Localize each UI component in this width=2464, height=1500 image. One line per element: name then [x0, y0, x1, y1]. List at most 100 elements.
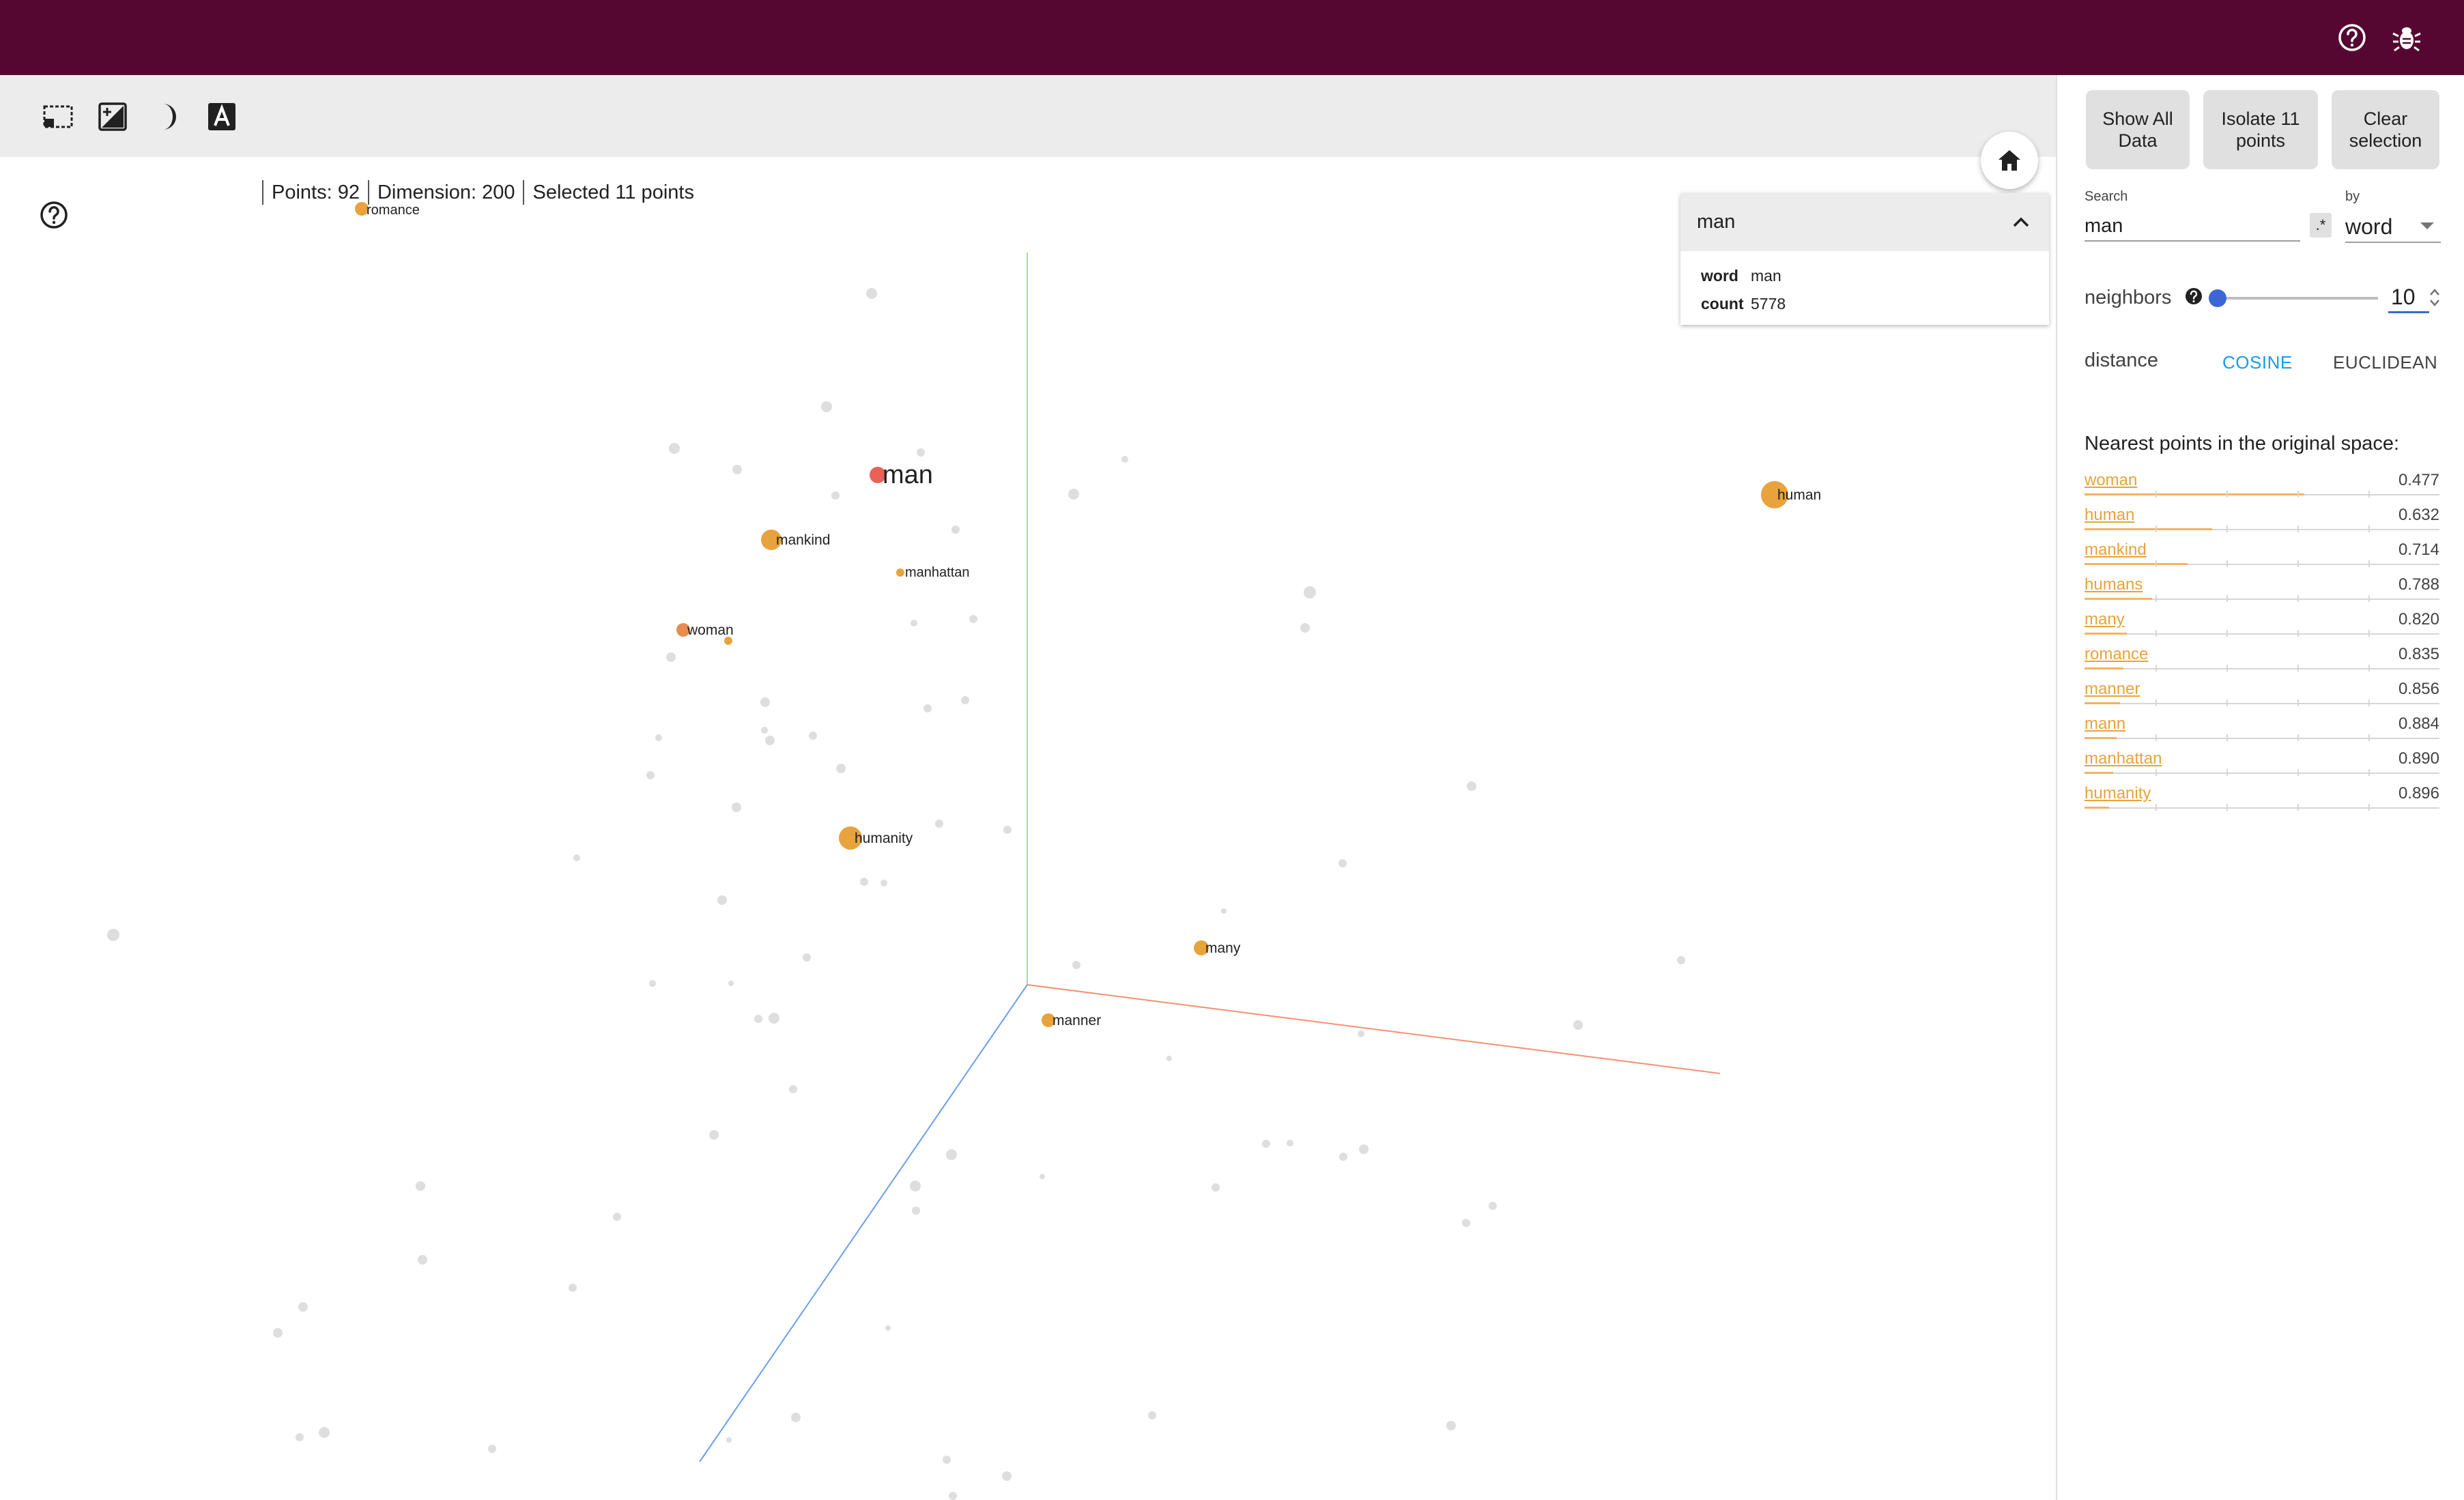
show-all-data-button[interactable]: Show All Data [2086, 90, 2190, 169]
point[interactable] [418, 1255, 427, 1265]
point[interactable] [1072, 961, 1080, 969]
point[interactable] [416, 1181, 425, 1191]
point[interactable] [319, 1427, 330, 1438]
point[interactable] [649, 980, 656, 987]
point[interactable] [726, 1437, 732, 1443]
point[interactable] [809, 732, 817, 740]
neighbors-slider-thumb[interactable] [2208, 289, 2226, 307]
point[interactable] [573, 854, 580, 861]
point[interactable] [765, 736, 775, 745]
nearest-point-row[interactable]: mankind 0.714 [2085, 538, 2439, 573]
regex-toggle-button[interactable]: .* [2310, 213, 2332, 237]
point[interactable] [296, 1433, 304, 1441]
point[interactable] [1677, 956, 1685, 964]
point[interactable] [717, 895, 727, 905]
spinner-arrows-icon[interactable] [2427, 285, 2442, 310]
nearest-point-word[interactable]: mann [2085, 715, 2125, 734]
nearest-point-row[interactable]: romance 0.835 [2085, 642, 2439, 677]
point[interactable] [1212, 1183, 1220, 1192]
point[interactable] [866, 288, 877, 299]
point[interactable] [1573, 1020, 1583, 1030]
search-by-select[interactable]: word [2345, 212, 2441, 243]
chevron-up-icon[interactable] [2009, 211, 2033, 234]
nearest-point-word[interactable]: many [2085, 610, 2125, 629]
neighbors-input[interactable] [2388, 283, 2429, 313]
point[interactable] [1148, 1411, 1156, 1419]
nearest-point-word[interactable]: manner [2085, 680, 2140, 699]
point[interactable] [880, 880, 887, 886]
point[interactable] [1003, 826, 1012, 834]
point[interactable] [789, 1085, 797, 1093]
point[interactable] [613, 1213, 621, 1221]
point[interactable] [569, 1284, 577, 1292]
point[interactable] [1489, 1202, 1497, 1210]
night-mode-icon[interactable] [148, 100, 186, 134]
point[interactable] [1467, 781, 1476, 791]
nearest-point-word[interactable]: manhattan [2085, 749, 2162, 768]
point[interactable] [732, 465, 742, 474]
point-manhattan[interactable] [896, 568, 904, 577]
point[interactable] [1002, 1471, 1012, 1481]
point[interactable] [1221, 908, 1227, 914]
nearest-point-word[interactable]: humans [2085, 575, 2143, 594]
nearest-point-row[interactable]: manner 0.856 [2085, 677, 2439, 712]
point[interactable] [1339, 1153, 1347, 1161]
nearest-point-row[interactable]: human 0.632 [2085, 503, 2439, 538]
point[interactable] [910, 1181, 921, 1192]
point[interactable] [860, 878, 868, 886]
cosine-option[interactable]: COSINE [2222, 352, 2293, 373]
point[interactable] [943, 1456, 951, 1464]
nearest-point-word[interactable]: humanity [2085, 784, 2151, 803]
point[interactable] [803, 953, 811, 962]
nearest-point-word[interactable]: human [2085, 506, 2134, 525]
nearest-point-row[interactable]: mann 0.884 [2085, 712, 2439, 747]
nearest-point-word[interactable]: romance [2085, 645, 2148, 664]
point[interactable] [107, 929, 119, 941]
point[interactable] [1446, 1421, 1456, 1430]
point[interactable] [760, 697, 770, 707]
point[interactable] [646, 771, 655, 779]
point[interactable] [1462, 1219, 1470, 1227]
point[interactable] [488, 1445, 496, 1453]
point[interactable] [831, 491, 840, 500]
point[interactable] [911, 620, 917, 626]
point[interactable] [298, 1302, 308, 1312]
search-input[interactable] [2085, 212, 2300, 242]
point[interactable] [885, 1325, 891, 1331]
metadata-card-header[interactable]: man [1680, 193, 2049, 251]
point[interactable] [917, 448, 925, 457]
neighbors-slider[interactable] [2208, 289, 2378, 307]
point[interactable] [969, 615, 977, 623]
point[interactable] [732, 803, 741, 812]
nearest-point-row[interactable]: woman 0.477 [2085, 468, 2439, 503]
nearest-point-row[interactable]: manhattan 0.890 [2085, 747, 2439, 781]
point[interactable] [1300, 623, 1310, 633]
point[interactable] [1359, 1144, 1369, 1154]
point[interactable] [791, 1413, 801, 1422]
reset-view-button[interactable] [1981, 132, 2038, 189]
point[interactable] [836, 764, 846, 773]
point[interactable] [273, 1328, 283, 1338]
label-toggle-icon[interactable] [203, 100, 241, 134]
point[interactable] [1287, 1140, 1293, 1146]
point[interactable] [935, 820, 943, 828]
point[interactable] [1304, 586, 1316, 598]
nearest-point-row[interactable]: many 0.820 [2085, 607, 2439, 642]
point[interactable] [666, 652, 676, 662]
point[interactable] [754, 1015, 762, 1023]
clear-selection-button[interactable]: Clear selection [2332, 90, 2439, 169]
point[interactable] [1121, 456, 1128, 463]
point[interactable] [669, 443, 680, 454]
nearest-point-row[interactable]: humanity 0.896 [2085, 781, 2439, 816]
point[interactable] [949, 1492, 957, 1500]
nearest-point-row[interactable]: humans 0.788 [2085, 573, 2439, 607]
select-box-icon[interactable] [39, 100, 77, 134]
point[interactable] [1166, 1056, 1172, 1061]
point[interactable] [769, 1013, 779, 1024]
point[interactable] [951, 525, 960, 534]
nearest-point-word[interactable]: mankind [2085, 540, 2147, 560]
point[interactable] [961, 696, 969, 704]
bug-icon[interactable] [2389, 20, 2424, 55]
projection-scatter[interactable]: romance man human mankind manhattan woma… [0, 157, 2056, 1500]
help-icon[interactable] [2334, 20, 2370, 55]
